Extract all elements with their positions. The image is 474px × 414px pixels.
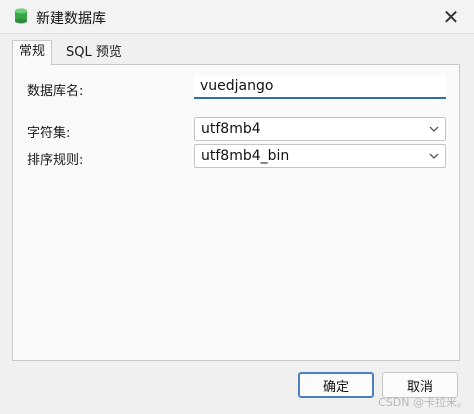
database-icon <box>15 8 27 24</box>
collation-label: 排序规则: <box>27 153 84 168</box>
general-panel: 数据库名: 字符集: utf8mb4 排序规则: utf8mb4_bin <box>12 64 460 361</box>
db-name-label: 数据库名: <box>27 84 84 99</box>
close-icon: ✕ <box>442 4 460 29</box>
chevron-down-icon <box>429 153 439 159</box>
collation-select[interactable]: utf8mb4_bin <box>194 144 446 168</box>
collation-value: utf8mb4_bin <box>201 148 290 164</box>
close-button[interactable]: ✕ <box>428 0 474 33</box>
watermark: CSDN @卡拉米。 <box>378 396 468 409</box>
charset-label: 字符集: <box>27 126 71 141</box>
tab-strip: 常规 SQL 预览 <box>0 40 474 65</box>
window-title: 新建数据库 <box>36 11 106 27</box>
chevron-down-icon <box>429 126 439 132</box>
charset-select[interactable]: utf8mb4 <box>194 117 446 141</box>
tab-sql-preview[interactable]: SQL 预览 <box>60 42 128 64</box>
title-bar: 新建数据库 ✕ <box>0 0 474 34</box>
charset-value: utf8mb4 <box>201 121 261 137</box>
tab-general[interactable]: 常规 <box>12 40 53 65</box>
db-name-input[interactable] <box>194 75 446 99</box>
ok-button[interactable]: 确定 <box>298 372 374 398</box>
